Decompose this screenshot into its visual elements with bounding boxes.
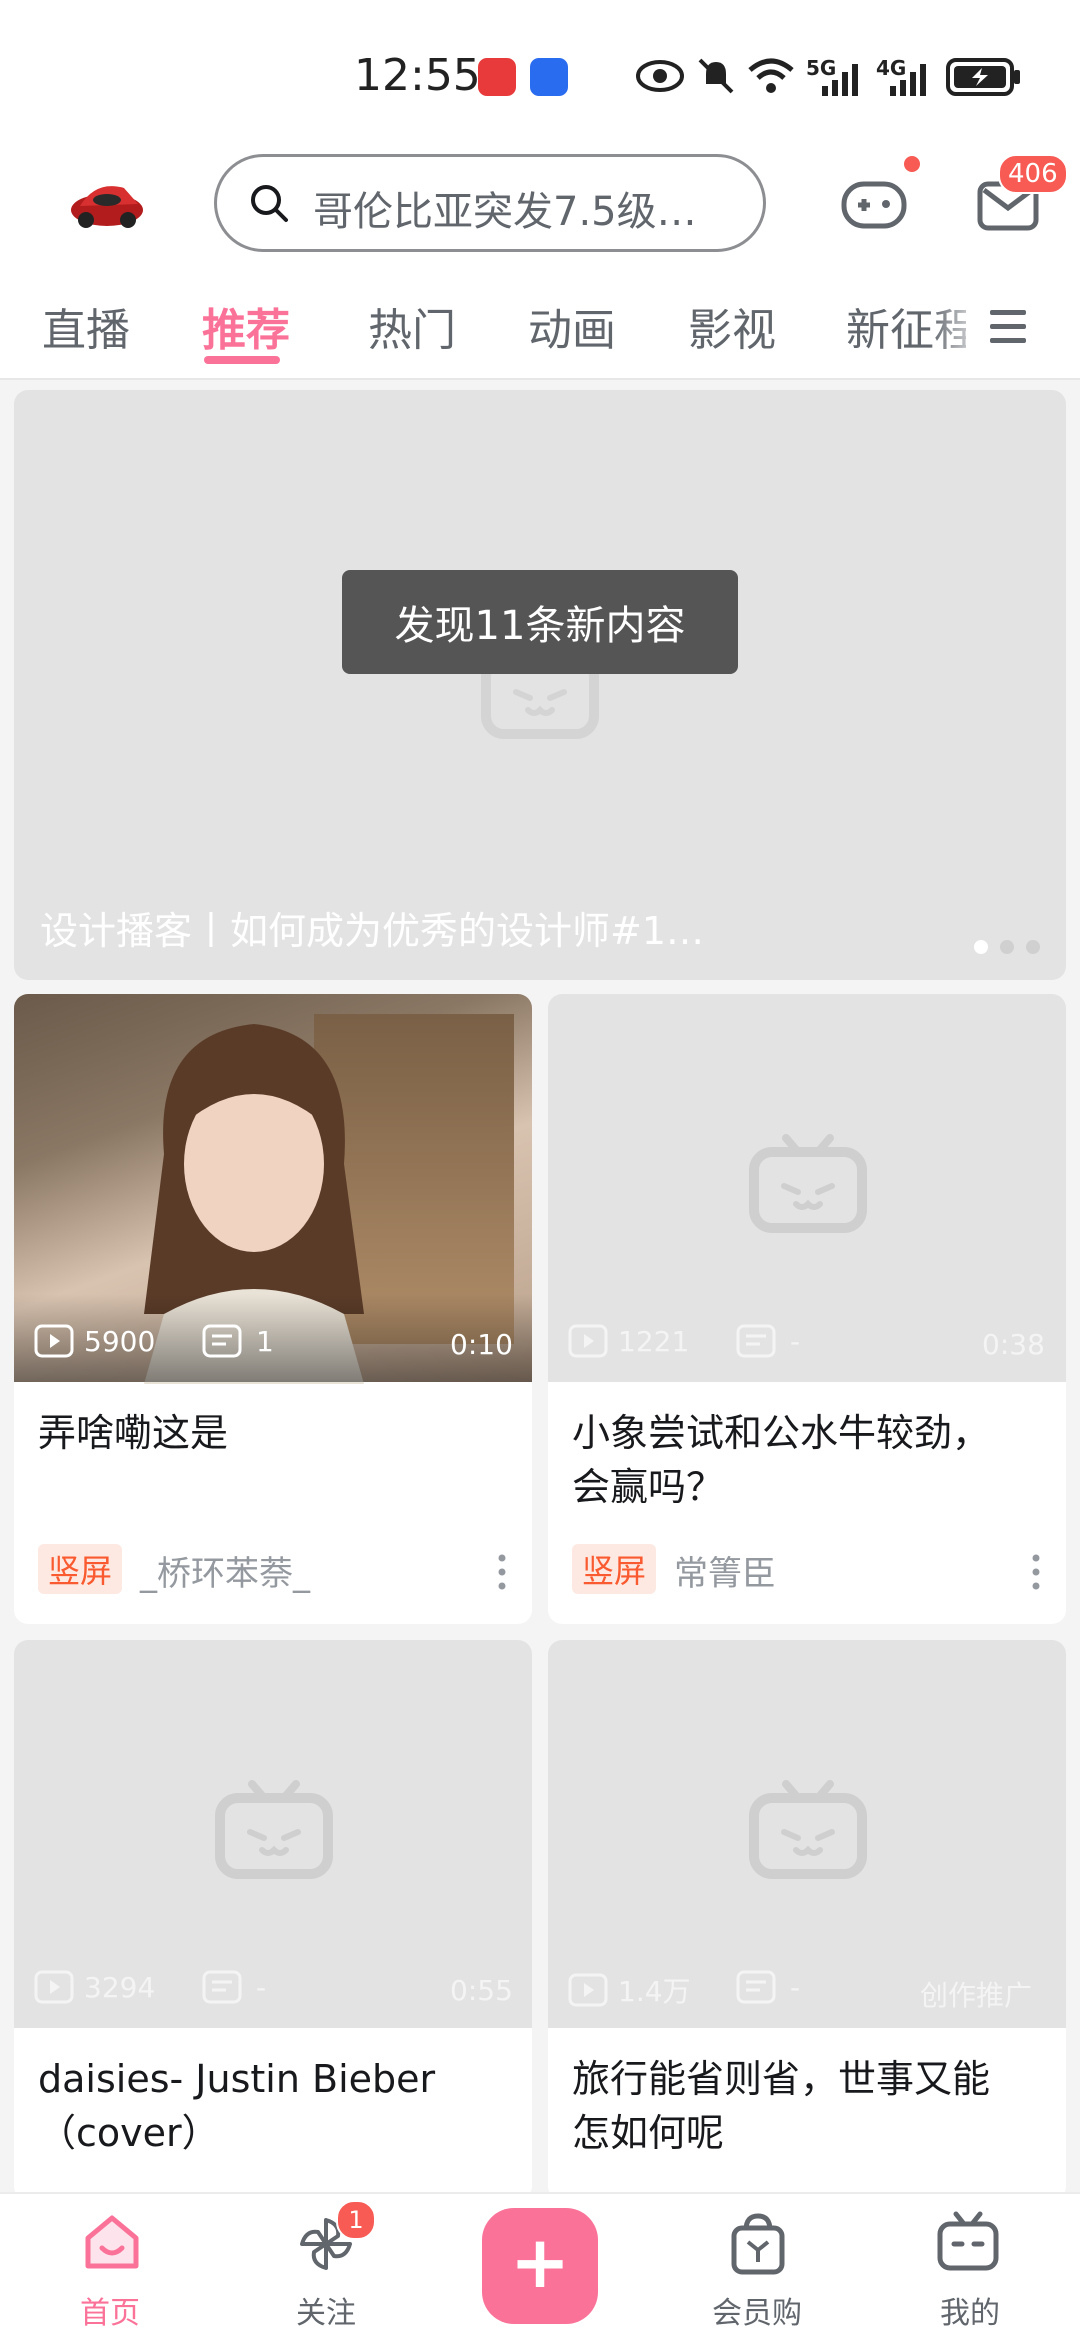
tab-film[interactable]: 影视 xyxy=(688,294,776,358)
status-bar: 12:55 5G 4G xyxy=(0,0,1080,150)
mail-badge: 406 xyxy=(998,154,1068,194)
upload-plus-button[interactable]: + xyxy=(482,2208,598,2324)
play-count-icon xyxy=(34,1324,74,1358)
follow-badge: 1 xyxy=(336,2200,376,2240)
signal-4g-icon xyxy=(890,64,926,96)
video-card[interactable]: 1221 - 0:38 小象尝试和公水牛较劲， 会赢吗？ 竖屏 常箐臣 xyxy=(548,994,1066,1624)
tv-profile-icon xyxy=(937,2211,999,2271)
video-duration: 0:55 xyxy=(450,1974,513,2007)
more-options-icon[interactable] xyxy=(498,1552,506,1592)
video-card[interactable]: 5900 1 0:10 弄啥嘞这是 竖屏 _桥环苯萘_ xyxy=(14,994,532,1624)
message-button[interactable]: 406 xyxy=(976,154,1068,234)
views-count: 5900 xyxy=(84,1324,156,1358)
search-icon xyxy=(251,185,288,222)
play-count-icon xyxy=(568,1973,608,2007)
danmaku-icon xyxy=(736,1324,776,1358)
video-title-line2: 会赢吗？ xyxy=(572,1465,725,1509)
danmaku-count: - xyxy=(256,1970,267,2004)
game-center-button[interactable] xyxy=(838,156,920,236)
shopping-bag-icon xyxy=(731,2213,785,2275)
nav-mine-label: 我的 xyxy=(940,2296,1000,2331)
tab-fade xyxy=(930,286,990,374)
bulb-app-icon xyxy=(530,58,568,96)
plus-icon: + xyxy=(509,2220,571,2304)
tv-placeholder-icon xyxy=(749,1780,867,1879)
video-title: 弄啥嘞这是 xyxy=(38,1411,229,1455)
tab-hot[interactable]: 热门 xyxy=(368,294,456,358)
bell-off-icon xyxy=(698,58,734,94)
tv-placeholder-icon xyxy=(749,1134,867,1233)
nav-home-label: 首页 xyxy=(80,2296,140,2331)
author-name[interactable]: _桥环苯萘_ xyxy=(140,1546,310,1595)
home-icon xyxy=(85,2215,139,2269)
nav-follow-label: 关注 xyxy=(296,2296,356,2331)
tab-active-indicator xyxy=(204,356,280,364)
vertical-tag: 竖屏 xyxy=(572,1544,657,1594)
nav-mine[interactable]: 我的 xyxy=(910,2194,1030,2342)
danmaku-count: - xyxy=(790,1324,801,1358)
video-title-line1: 小象尝试和公水牛较劲， xyxy=(572,1411,991,1455)
game-notification-dot xyxy=(904,156,920,172)
category-tabs: 直播 推荐 热门 动画 影视 新征程 xyxy=(0,286,1080,380)
carousel-dot xyxy=(1000,940,1014,954)
danmaku-stat: - xyxy=(736,1324,800,1358)
video-title-line1: 旅行能省则省，世事又能 xyxy=(572,2057,991,2101)
tv-placeholder-icon xyxy=(215,1780,333,1879)
video-title-line1: daisies- Justin Bieber xyxy=(38,2057,436,2101)
views-stat: 3294 xyxy=(34,1970,155,2004)
nav-vip-shop-label: 会员购 xyxy=(712,2296,802,2331)
play-count-icon xyxy=(568,1324,608,1358)
danmaku-stat: 1 xyxy=(202,1324,274,1358)
danmaku-count: 1 xyxy=(256,1324,274,1358)
search-placeholder: 哥伦比亚突发7.5级… xyxy=(313,189,697,235)
author-name[interactable]: 常箐臣 xyxy=(674,1546,776,1595)
new-content-toast: 发现11条新内容 xyxy=(342,570,738,674)
views-count: 3294 xyxy=(84,1970,156,2004)
danmaku-icon xyxy=(736,1970,776,2004)
views-stat: 1221 xyxy=(568,1324,689,1358)
more-options-icon[interactable] xyxy=(1032,1552,1040,1592)
danmaku-stat: - xyxy=(736,1970,800,2004)
play-count-icon xyxy=(34,1970,74,2004)
banner-carousel[interactable]: 设计播客丨如何成为优秀的设计师#1… xyxy=(14,390,1066,980)
battery-icon xyxy=(946,58,1020,96)
menu-icon[interactable] xyxy=(986,304,1030,348)
status-time: 12:55 xyxy=(354,50,481,101)
danmaku-icon xyxy=(202,1970,242,2004)
views-stat: 1.4万 xyxy=(568,1970,691,2010)
views-count: 1.4万 xyxy=(618,1975,691,2008)
avatar-car-image xyxy=(71,186,143,228)
tab-live[interactable]: 直播 xyxy=(42,294,130,358)
danmaku-icon xyxy=(202,1324,242,1358)
avatar[interactable] xyxy=(66,170,148,234)
nav-vip-shop[interactable]: 会员购 xyxy=(690,2194,830,2342)
video-card[interactable]: 1.4万 - 创作推广 旅行能省则省，世事又能 怎如何呢 xyxy=(548,1640,1066,2200)
banner-title: 设计播客丨如何成为优秀的设计师#1… xyxy=(40,909,705,953)
promo-label: 创作推广 xyxy=(920,1979,1033,2012)
eye-icon xyxy=(636,60,684,92)
carousel-dot xyxy=(1026,940,1040,954)
danmaku-count: - xyxy=(790,1970,801,2004)
video-duration: 0:10 xyxy=(450,1328,513,1361)
signal-5g-icon xyxy=(822,64,858,96)
video-title-line2: （cover） xyxy=(38,2111,220,2155)
vertical-tag: 竖屏 xyxy=(38,1544,123,1594)
wifi-icon xyxy=(748,58,794,93)
video-title-line2: 怎如何呢 xyxy=(572,2111,725,2155)
video-duration: 0:38 xyxy=(982,1328,1045,1361)
views-stat: 5900 xyxy=(34,1324,155,1358)
gamepad-icon xyxy=(841,181,907,229)
tab-recommend[interactable]: 推荐 xyxy=(202,294,290,358)
danmaku-stat: - xyxy=(202,1970,266,2004)
carousel-dot-active xyxy=(974,940,988,954)
search-bar[interactable]: 哥伦比亚突发7.5级… xyxy=(214,154,766,252)
views-count: 1221 xyxy=(618,1324,690,1358)
video-card[interactable]: 3294 - 0:55 daisies- Justin Bieber （cove… xyxy=(14,1640,532,2200)
nav-follow[interactable]: 1 关注 xyxy=(276,2194,396,2342)
huawei-app-icon xyxy=(478,58,516,96)
nav-home[interactable]: 首页 xyxy=(60,2194,180,2342)
tab-anime[interactable]: 动画 xyxy=(528,294,616,358)
